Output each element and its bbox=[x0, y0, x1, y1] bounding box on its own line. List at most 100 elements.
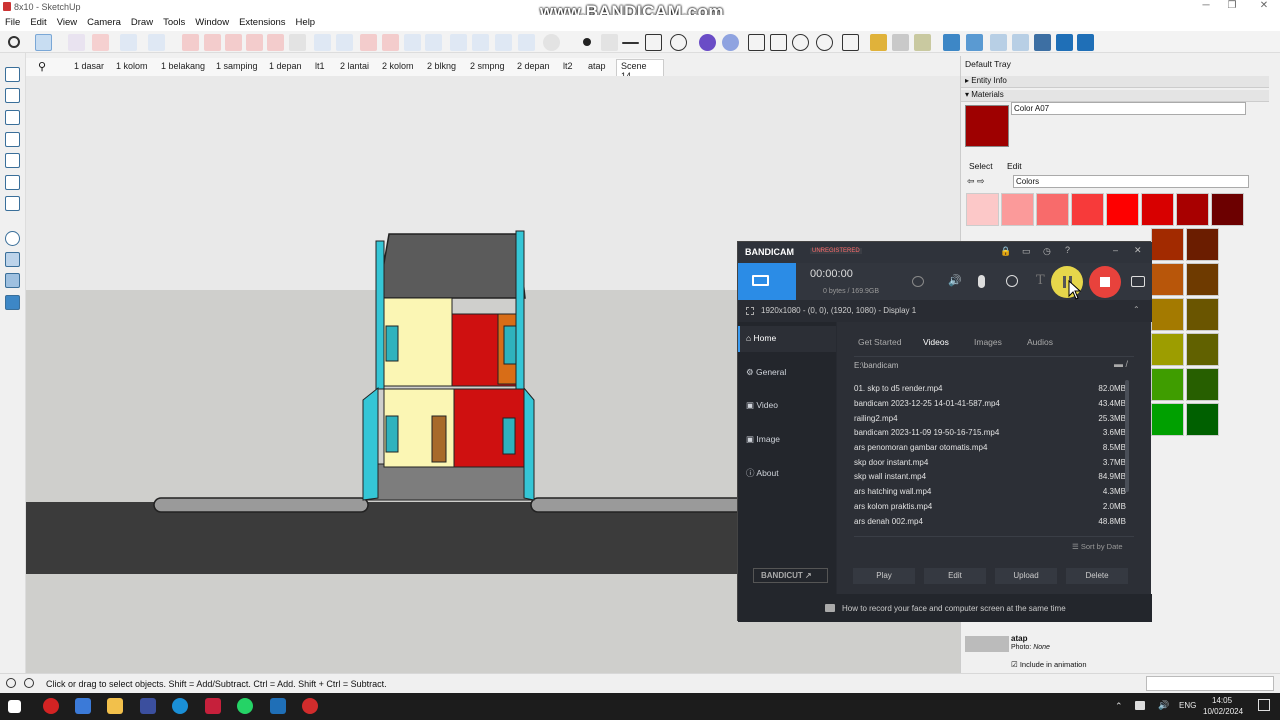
scene-tab[interactable]: 1 belakang bbox=[161, 61, 205, 71]
color-swatch[interactable] bbox=[1151, 263, 1184, 296]
shaded-icon[interactable] bbox=[5, 273, 20, 288]
zoom-extents-icon[interactable] bbox=[425, 34, 442, 51]
sort-by-date[interactable]: ☰ Sort by Date bbox=[1072, 542, 1123, 551]
play-button[interactable]: Play bbox=[853, 568, 915, 584]
windows-start-icon[interactable] bbox=[8, 700, 21, 713]
component-3-icon[interactable] bbox=[914, 34, 931, 51]
color-swatch[interactable] bbox=[1186, 368, 1219, 401]
no-entry-icon[interactable] bbox=[670, 34, 687, 51]
pan-icon[interactable] bbox=[336, 34, 353, 51]
lock-icon[interactable]: 🔒 bbox=[1000, 246, 1011, 257]
camera-box-icon[interactable] bbox=[748, 34, 765, 51]
bottom-view-icon[interactable] bbox=[1077, 34, 1094, 51]
nav-about[interactable]: ⓘ About bbox=[746, 467, 779, 479]
color-swatch[interactable] bbox=[1186, 298, 1219, 331]
speaker-icon[interactable]: 🔊 bbox=[948, 274, 962, 287]
sandbox-drape-icon[interactable] bbox=[518, 34, 535, 51]
color-swatch[interactable] bbox=[1151, 403, 1184, 436]
frame-icon[interactable] bbox=[770, 34, 787, 51]
views-front-icon[interactable] bbox=[5, 110, 20, 125]
file-explorer-icon[interactable] bbox=[107, 698, 123, 714]
views-left-icon[interactable] bbox=[5, 175, 20, 190]
capture-area-bar[interactable]: 1920x1080 - (0, 0), (1920, 1080) - Displ… bbox=[738, 300, 1152, 322]
section-plane-icon[interactable] bbox=[360, 34, 377, 51]
xray-icon[interactable] bbox=[5, 231, 20, 246]
tab-edit[interactable]: Edit bbox=[1007, 161, 1022, 171]
back-arrow-icon[interactable]: ⇦ ⇨ bbox=[967, 176, 985, 187]
dot-icon[interactable] bbox=[583, 38, 591, 46]
plugin-dot-icon[interactable] bbox=[722, 34, 739, 51]
edge-icon[interactable] bbox=[172, 698, 188, 714]
tray-chevron-icon[interactable]: ⌃ bbox=[1115, 701, 1123, 712]
move-tool-icon[interactable] bbox=[225, 34, 242, 51]
scene-tab[interactable]: 2 smpng bbox=[470, 61, 505, 71]
color-swatch[interactable] bbox=[1036, 193, 1069, 226]
views-top-icon[interactable] bbox=[5, 88, 20, 103]
gear-icon[interactable] bbox=[816, 34, 833, 51]
autocad-icon[interactable] bbox=[205, 698, 221, 714]
file-row[interactable]: ars hatching wall.mp4 4.3MB bbox=[854, 487, 1134, 496]
menu-tools[interactable]: Tools bbox=[158, 15, 190, 28]
scene-tab[interactable]: 1 dasar bbox=[74, 61, 104, 71]
color-swatch[interactable] bbox=[1001, 193, 1034, 226]
color-swatch[interactable] bbox=[1141, 193, 1174, 226]
webcam-icon[interactable] bbox=[912, 276, 924, 287]
scene-tab[interactable]: lt1 bbox=[315, 61, 325, 71]
menu-view[interactable]: View bbox=[52, 15, 82, 28]
color-swatch[interactable] bbox=[966, 193, 999, 226]
search-icon[interactable]: ⚲ bbox=[38, 60, 46, 73]
collapse-icon[interactable]: ⌃ bbox=[1133, 305, 1140, 314]
top-view-icon[interactable] bbox=[966, 34, 983, 51]
minimize-button[interactable]: ─ bbox=[1196, 0, 1216, 11]
scene-tab[interactable]: 2 kolom bbox=[382, 61, 414, 71]
close-button[interactable]: ✕ bbox=[1254, 0, 1274, 11]
file-row[interactable]: ars penomoran gambar otomatis.mp4 8.5MB bbox=[854, 443, 1134, 452]
left-view-icon[interactable] bbox=[1056, 34, 1073, 51]
cross-icon[interactable] bbox=[601, 34, 618, 51]
color-swatch[interactable] bbox=[1106, 193, 1139, 226]
scene-tab[interactable]: 1 depan bbox=[269, 61, 302, 71]
list-scrollbar[interactable] bbox=[1125, 380, 1129, 492]
clock-date[interactable]: 10/02/2024 bbox=[1203, 707, 1243, 716]
nav-image[interactable]: ▣ Image bbox=[746, 434, 780, 445]
push-pull-icon[interactable] bbox=[182, 34, 199, 51]
tab-audios[interactable]: Audios bbox=[1027, 337, 1053, 347]
color-swatch[interactable] bbox=[1151, 228, 1184, 261]
sandbox-smoove-icon[interactable] bbox=[472, 34, 489, 51]
line-tool-icon[interactable] bbox=[120, 34, 137, 51]
menu-file[interactable]: File bbox=[0, 15, 25, 28]
textured-icon[interactable] bbox=[5, 295, 20, 310]
follow-me-icon[interactable] bbox=[204, 34, 221, 51]
material-name-field[interactable]: Color A07 bbox=[1011, 102, 1246, 115]
file-row[interactable]: bandicam 2023-12-25 14-01-41-587.mp4 43.4… bbox=[854, 399, 1134, 408]
styles-icon[interactable] bbox=[543, 34, 560, 51]
scene-tab[interactable]: 2 lantai bbox=[340, 61, 369, 71]
views-bottom-icon[interactable] bbox=[5, 196, 20, 211]
rectangle-tool-icon[interactable] bbox=[148, 34, 165, 51]
volume-icon[interactable]: 🔊 bbox=[1158, 700, 1169, 711]
color-swatch[interactable] bbox=[1186, 403, 1219, 436]
file-row[interactable]: skp wall instant.mp4 84.9MB bbox=[854, 472, 1134, 481]
tab-select[interactable]: Select bbox=[969, 161, 993, 171]
wireframe-icon[interactable] bbox=[5, 252, 20, 267]
square-icon[interactable] bbox=[645, 34, 662, 51]
save-disk-icon[interactable] bbox=[140, 698, 156, 714]
menu-window[interactable]: Window bbox=[190, 15, 234, 28]
tab-images[interactable]: Images bbox=[974, 337, 1002, 347]
app-bug-icon[interactable] bbox=[43, 698, 59, 714]
front-view-icon[interactable] bbox=[990, 34, 1007, 51]
bandicam-footer[interactable]: How to record your face and computer scr… bbox=[738, 594, 1152, 622]
file-row[interactable]: 01. skp to d5 render.mp4 82.0MB bbox=[854, 384, 1134, 393]
nav-video[interactable]: ▣ Video bbox=[746, 400, 778, 411]
iso-view-icon[interactable] bbox=[943, 34, 960, 51]
geo-location-icon[interactable] bbox=[6, 678, 16, 688]
plugin-p-icon[interactable] bbox=[699, 34, 716, 51]
notifications-icon[interactable] bbox=[1258, 699, 1270, 711]
views-right-icon[interactable] bbox=[5, 132, 20, 147]
menu-draw[interactable]: Draw bbox=[126, 15, 158, 28]
whatsapp-icon[interactable] bbox=[237, 698, 253, 714]
color-swatch[interactable] bbox=[1186, 333, 1219, 366]
file-row[interactable]: railing2.mp4 25.3MB bbox=[854, 414, 1134, 423]
menu-edit[interactable]: Edit bbox=[25, 15, 51, 28]
scene-tab[interactable]: 2 depan bbox=[517, 61, 550, 71]
